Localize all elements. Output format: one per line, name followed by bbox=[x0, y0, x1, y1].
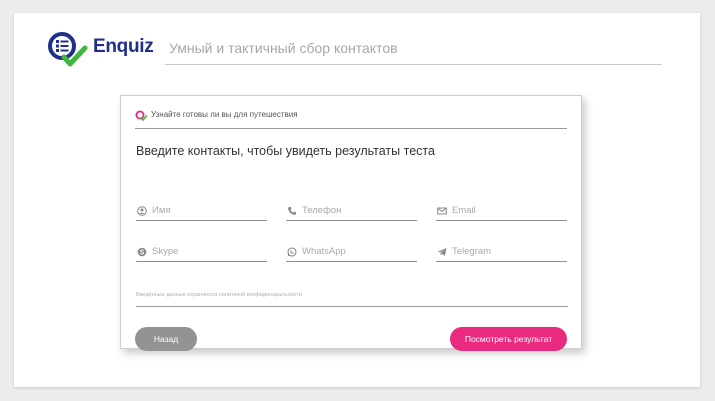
header-divider bbox=[165, 64, 662, 65]
quiz-title: Узнайте готовы ли вы для путешествия bbox=[151, 110, 298, 119]
privacy-note-line: Введённые данные охраняются политикой ко… bbox=[136, 292, 568, 307]
quiz-logo-icon bbox=[135, 110, 147, 122]
phone-icon bbox=[288, 207, 296, 215]
whatsapp-field[interactable]: WhatsApp bbox=[286, 246, 417, 262]
slide-frame: Enquiz Умный и тактичный сбор контактов … bbox=[14, 13, 700, 387]
form-heading: Введите контакты, чтобы увидеть результа… bbox=[136, 144, 435, 158]
whatsapp-placeholder: WhatsApp bbox=[302, 246, 346, 257]
privacy-note: Введённые данные охраняются политикой ко… bbox=[136, 292, 303, 298]
svg-text:S: S bbox=[140, 250, 145, 257]
skype-icon: S bbox=[137, 247, 147, 257]
phone-placeholder: Телефон bbox=[302, 205, 342, 216]
telegram-placeholder: Telegram bbox=[452, 246, 492, 257]
phone-field[interactable]: Телефон bbox=[286, 205, 417, 221]
brand-name: Enquiz bbox=[93, 36, 154, 57]
contact-form-card: Узнайте готовы ли вы для путешествия Вве… bbox=[120, 95, 582, 351]
quiz-title-bar: Узнайте готовы ли вы для путешествия bbox=[135, 110, 567, 129]
envelope-icon bbox=[437, 207, 447, 215]
whatsapp-icon bbox=[287, 247, 297, 257]
skype-field[interactable]: S Skype bbox=[136, 246, 267, 262]
view-result-button[interactable]: Посмотреть результат bbox=[450, 327, 567, 351]
tagline: Умный и тактичный сбор контактов bbox=[169, 40, 398, 56]
back-button[interactable]: Назад bbox=[135, 327, 197, 351]
email-placeholder: Email bbox=[452, 205, 476, 216]
name-field[interactable]: Имя bbox=[136, 205, 267, 221]
telegram-icon bbox=[437, 248, 447, 256]
name-placeholder: Имя bbox=[152, 205, 171, 216]
enquiz-logo-icon bbox=[48, 32, 88, 67]
skype-placeholder: Skype bbox=[152, 246, 179, 257]
header: Enquiz Умный и тактичный сбор контактов bbox=[47, 31, 662, 69]
email-field[interactable]: Email bbox=[436, 205, 567, 221]
user-icon bbox=[137, 206, 147, 216]
telegram-field[interactable]: Telegram bbox=[436, 246, 567, 262]
